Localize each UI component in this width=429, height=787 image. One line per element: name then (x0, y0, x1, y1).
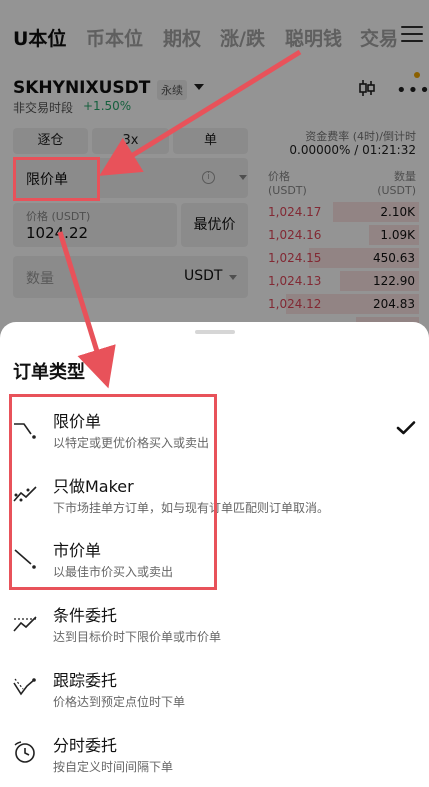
trailing-order-icon (13, 678, 36, 696)
option-name: 条件委托 (53, 606, 118, 625)
sheet-grabber[interactable] (195, 330, 235, 334)
annotation-highlight-order-type (13, 157, 100, 201)
order-type-option-twap[interactable]: 分时委托 按自定义时间间隔下单 (0, 728, 429, 787)
option-name: 跟踪委托 (53, 671, 118, 690)
twap-clock-icon (14, 741, 35, 763)
option-desc: 按自定义时间间隔下单 (53, 760, 174, 774)
conditional-order-icon (13, 616, 37, 632)
annotation-highlight-options (9, 394, 217, 590)
order-type-option-conditional[interactable]: 条件委托 达到目标价时下限价单或市价单 (0, 598, 429, 658)
option-desc: 达到目标价时下限价单或市价单 (53, 630, 222, 644)
checkmark-icon (396, 421, 416, 435)
option-name: 分时委托 (53, 736, 118, 755)
sheet-title: 订单类型 (13, 362, 85, 383)
option-desc: 价格达到预定点位时下单 (53, 695, 186, 709)
order-type-option-trailing[interactable]: 跟踪委托 价格达到预定点位时下单 (0, 663, 429, 723)
